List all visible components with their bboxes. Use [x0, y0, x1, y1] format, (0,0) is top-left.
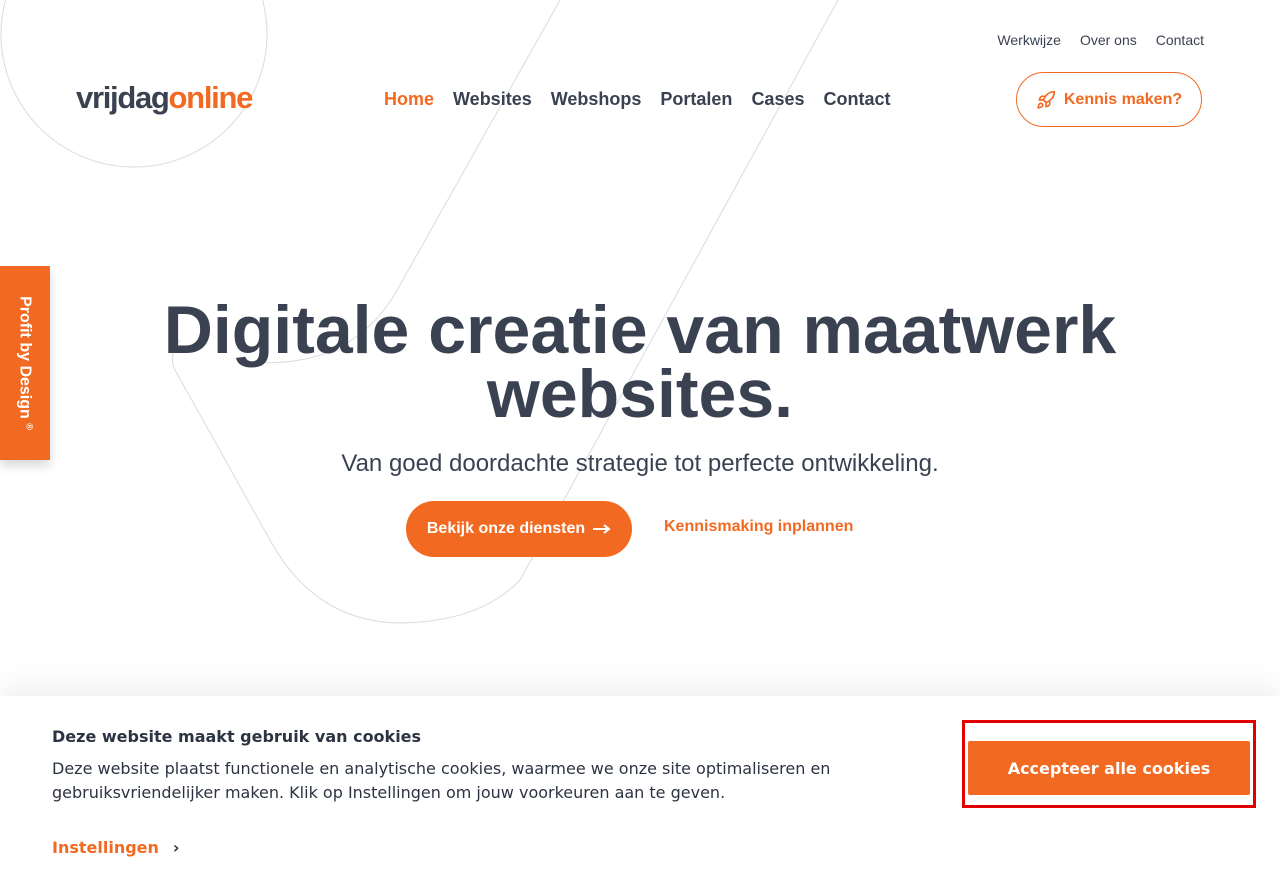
kennismaking-inplannen-link[interactable]: Kennismaking inplannen: [664, 518, 853, 536]
main-nav: Home Websites Webshops Portalen Cases Co…: [384, 89, 890, 110]
arrow-right-icon: [593, 524, 611, 534]
chevron-right-icon: ›: [172, 838, 180, 857]
nav-home[interactable]: Home: [384, 89, 434, 110]
utility-nav: Werkwijze Over ons Contact: [997, 32, 1204, 48]
nav-cases[interactable]: Cases: [751, 89, 804, 110]
nav-websites[interactable]: Websites: [453, 89, 532, 110]
hero-title-line-1: Digitale creatie van maatwerk: [163, 292, 1117, 368]
utility-nav-werkwijze[interactable]: Werkwijze: [997, 32, 1061, 48]
hero-title: Digitale creatie van maatwerk websites.: [0, 292, 1280, 432]
cookie-text: Deze website plaatst functionele en anal…: [52, 759, 831, 802]
nav-webshops[interactable]: Webshops: [551, 89, 642, 110]
logo-part-1: vrijdag: [76, 80, 170, 115]
kennis-maken-button[interactable]: Kennis maken?: [1016, 72, 1202, 127]
rocket-icon: [1037, 90, 1056, 109]
bekijk-diensten-button[interactable]: Bekijk onze diensten: [406, 501, 632, 557]
logo[interactable]: vrijdagonline: [76, 80, 254, 116]
nav-portalen[interactable]: Portalen: [660, 89, 732, 110]
hero-subtitle: Van goed doordachte strategie tot perfec…: [341, 450, 939, 477]
nav-contact[interactable]: Contact: [823, 89, 890, 110]
hero-title-line-2: websites.: [486, 356, 794, 432]
cookie-title: Deze website maakt gebruik van cookies: [52, 727, 422, 746]
kennis-maken-label: Kennis maken?: [1063, 90, 1183, 108]
utility-nav-contact[interactable]: Contact: [1156, 32, 1204, 48]
bekijk-diensten-label: Bekijk onze diensten: [426, 520, 586, 537]
cookie-banner: Deze website maakt gebruik van cookies D…: [0, 696, 1280, 887]
accept-cookies-button[interactable]: Accepteer alle cookies: [968, 741, 1250, 795]
cookie-settings-label: Instellingen: [52, 838, 159, 857]
cookie-settings-link[interactable]: Instellingen ›: [52, 838, 180, 857]
utility-nav-over-ons[interactable]: Over ons: [1080, 32, 1137, 48]
logo-part-2: online: [168, 80, 254, 115]
